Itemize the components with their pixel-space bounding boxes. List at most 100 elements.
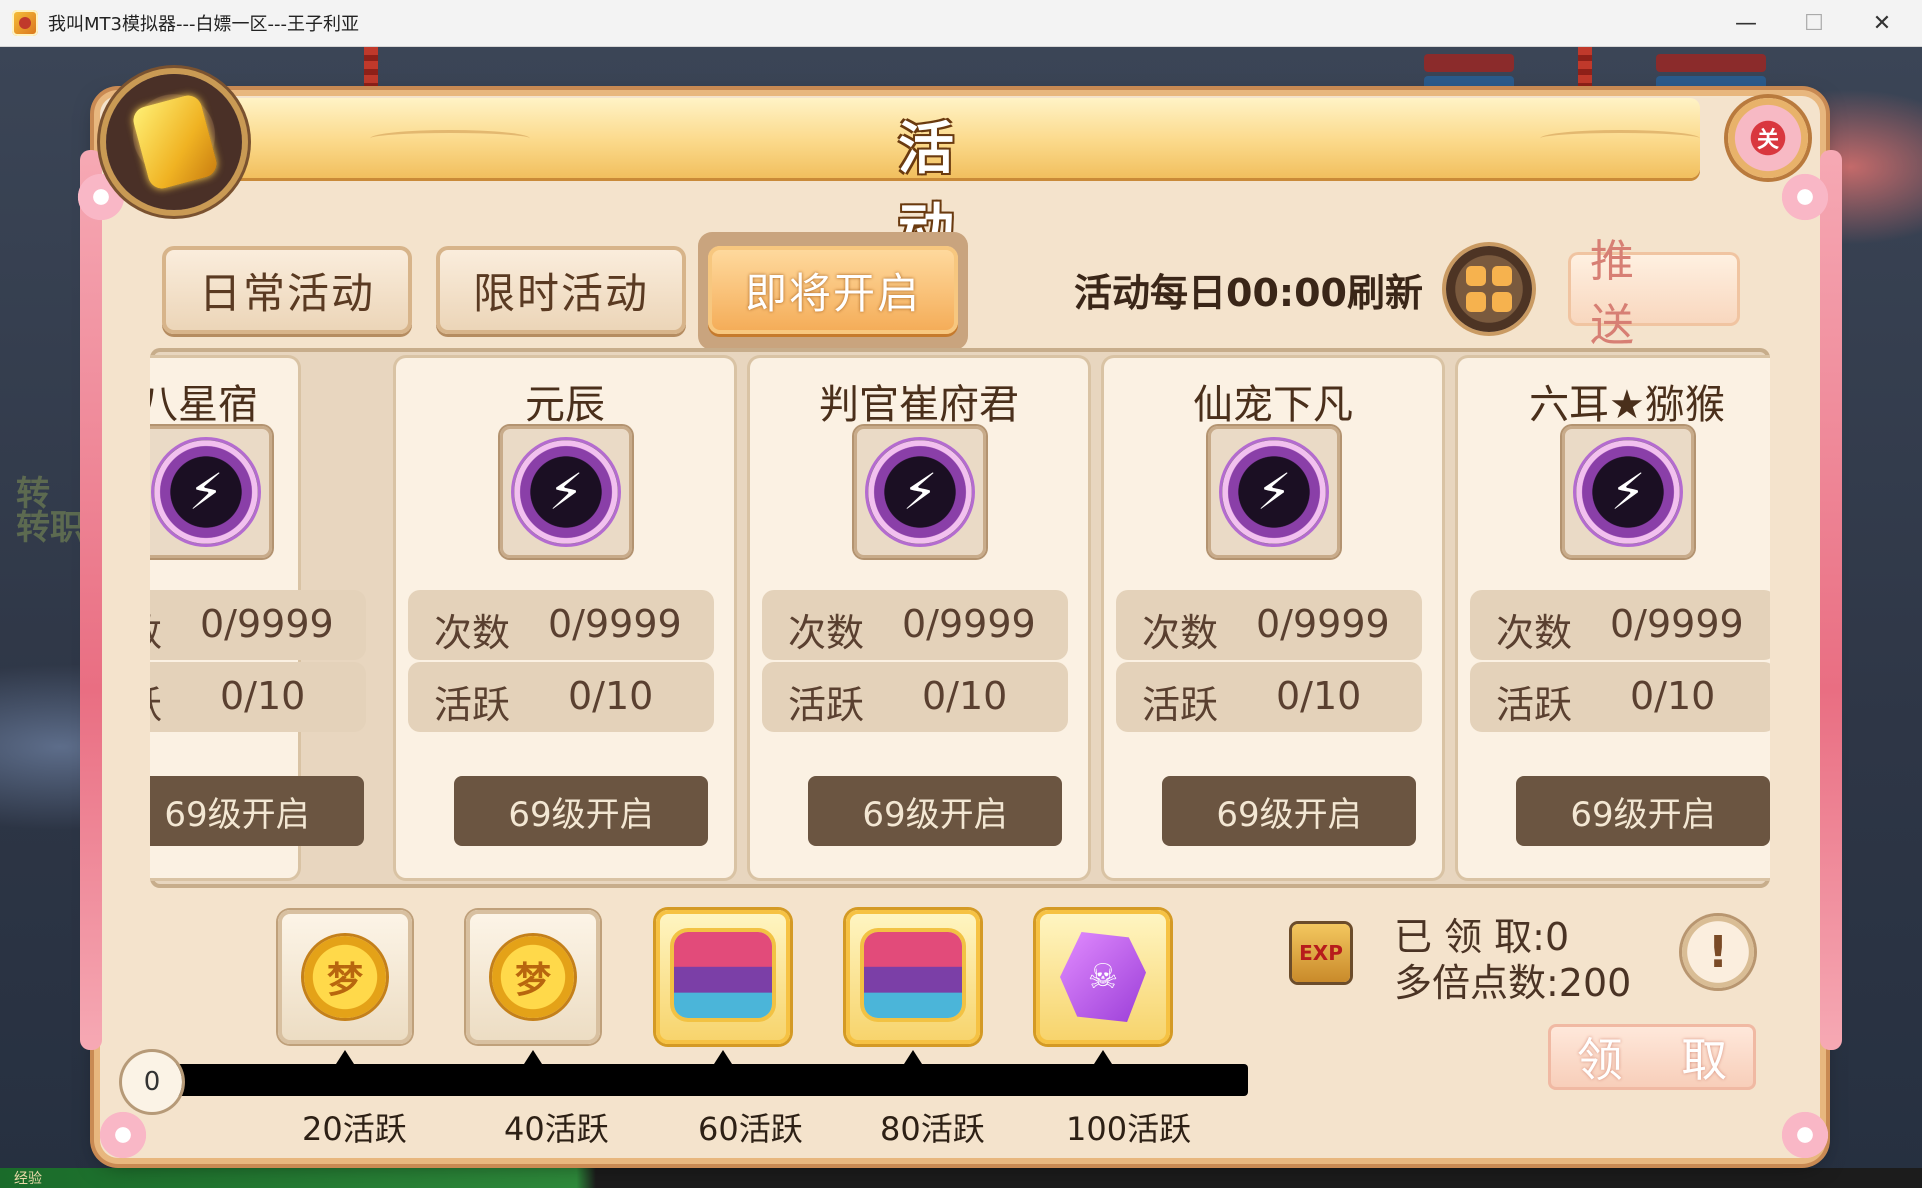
multiplier-points: 多倍点数:200 [1394, 961, 1632, 1005]
progress-tick [524, 1050, 542, 1064]
activity-lightning-icon [1222, 440, 1326, 544]
treasure-chest-icon [674, 932, 772, 1018]
info-button[interactable]: ! [1682, 916, 1754, 988]
hud-health-bar [1656, 54, 1766, 72]
count-stat: 次数 0/9999 [408, 590, 714, 660]
minimize-icon: — [1735, 10, 1757, 36]
card-icon-frame [1208, 426, 1340, 558]
tab-daily-activity[interactable]: 日常活动 [162, 246, 412, 334]
active-stat: 活跃 0/10 [762, 662, 1068, 732]
grid-icon [1466, 292, 1486, 312]
count-stat: 次数 0/9999 [1116, 590, 1422, 660]
count-value: 0/9999 [1256, 602, 1390, 646]
active-value: 0/10 [220, 674, 306, 718]
card-title: 判官崔府君 [819, 382, 1019, 428]
count-value: 0/9999 [1610, 602, 1744, 646]
tab-coming-soon[interactable]: 即将开启 [708, 246, 958, 334]
count-label: 次数 [788, 611, 865, 655]
unlock-level-button[interactable]: 69级开启 [808, 776, 1062, 846]
active-label: 活跃 [788, 683, 865, 727]
window-title: 我叫MT3模拟器---白嫖一区---王子利亚 [48, 14, 359, 35]
maximize-icon: ☐ [1804, 10, 1824, 36]
grid-icon [1492, 266, 1512, 286]
active-value: 0/10 [568, 674, 654, 718]
count-label: 次数 [434, 611, 511, 655]
window-titlebar: 我叫MT3模拟器---白嫖一区---王子利亚 — ☐ ✕ [0, 0, 1922, 47]
active-label: 活跃 [150, 674, 162, 729]
panel-border-left [80, 150, 102, 1050]
activity-card[interactable]: 仙宠下凡 次数 0/9999 活跃 0/10 69级开启 [1104, 358, 1442, 878]
reward-40[interactable]: 梦 [466, 910, 600, 1044]
card-title: 十八星宿 [150, 382, 258, 428]
active-value: 0/10 [1276, 674, 1362, 718]
unlock-level-button[interactable]: 69级开启 [1162, 776, 1416, 846]
milestone-label: 60活跃 [698, 1110, 803, 1148]
milestone-label: 100活跃 [1066, 1110, 1192, 1148]
coin-icon: 梦 [304, 936, 386, 1018]
card-icon-frame [500, 426, 632, 558]
minimize-button[interactable]: — [1712, 0, 1780, 46]
scroll-ornament [370, 130, 530, 147]
flower-decoration [96, 1108, 150, 1162]
treasure-chest-icon [864, 932, 962, 1018]
unlock-level-button[interactable]: 69级开启 [150, 776, 364, 846]
progress-tick [714, 1050, 732, 1064]
active-label: 活跃 [1142, 683, 1219, 727]
flower-decoration [1778, 1108, 1832, 1162]
active-stat: 活跃 0/10 [150, 662, 366, 732]
refresh-notice: 活动每日00:00刷新 [1074, 271, 1423, 315]
card-title: 仙宠下凡 [1193, 382, 1353, 428]
grid-icon [1492, 292, 1512, 312]
activity-lightning-icon [154, 440, 258, 544]
unlock-level-button[interactable]: 69级开启 [1516, 776, 1770, 846]
card-title: 六耳★猕猴 [1529, 382, 1725, 428]
push-button[interactable]: 推 送 [1568, 236, 1740, 351]
count-label: 次数 [1496, 611, 1573, 655]
reward-20[interactable]: 梦 [278, 910, 412, 1044]
count-stat: 次数 0/9999 [762, 590, 1068, 660]
count-value: 0/9999 [902, 602, 1036, 646]
hud-health-bar [1424, 54, 1514, 72]
reward-100[interactable]: ☠ [1036, 910, 1170, 1044]
progress-tick [1094, 1050, 1112, 1064]
count-stat: 次数 0/9999 [150, 590, 366, 660]
maximize-button[interactable]: ☐ [1780, 0, 1848, 46]
claim-button[interactable]: 领 取 [1548, 1024, 1756, 1090]
card-icon-frame [854, 426, 986, 558]
card-icon-frame [1562, 426, 1694, 558]
count-label: 次数 [1142, 611, 1219, 655]
experience-label: 经验 [14, 1171, 42, 1187]
hud-mana-bar [1424, 76, 1514, 94]
reward-60[interactable] [656, 910, 790, 1044]
purple-gem-icon: ☠ [1060, 932, 1146, 1022]
active-stat: 活跃 0/10 [1470, 662, 1770, 732]
tab-limited-activity[interactable]: 限时活动 [436, 246, 686, 334]
unlock-level-button[interactable]: 69级开启 [454, 776, 708, 846]
reward-80[interactable] [846, 910, 980, 1044]
activity-card-list[interactable]: 十八星宿 次数 0/9999 活跃 0/10 69级开启 元辰 次数 0/999… [150, 348, 1770, 888]
exp-icon: EXP [1292, 924, 1350, 982]
count-value: 0/9999 [200, 602, 334, 646]
active-stat: 活跃 0/10 [1116, 662, 1422, 732]
activity-card[interactable]: 六耳★猕猴 次数 0/9999 活跃 0/10 69级开启 [1458, 358, 1770, 878]
active-label: 活跃 [434, 683, 511, 727]
hud-mana-bar [1656, 76, 1766, 94]
activity-card[interactable]: 十八星宿 次数 0/9999 活跃 0/10 69级开启 [150, 358, 366, 878]
activity-card[interactable]: 元辰 次数 0/9999 活跃 0/10 69级开启 [396, 358, 734, 878]
milestone-label: 80活跃 [880, 1110, 985, 1148]
progress-tick [904, 1050, 922, 1064]
window-close-button[interactable]: ✕ [1848, 0, 1916, 46]
count-value: 0/9999 [548, 602, 682, 646]
card-icon-frame [150, 426, 272, 558]
count-stat: 次数 0/9999 [1470, 590, 1770, 660]
activity-card[interactable]: 判官崔府君 次数 0/9999 活跃 0/10 69级开启 [750, 358, 1088, 878]
panel-close-button[interactable]: 关 [1728, 98, 1808, 178]
panel-border-right [1820, 150, 1842, 1050]
close-label: 关 [1756, 128, 1779, 153]
card-title: 元辰 [525, 382, 605, 428]
active-value: 0/10 [1630, 674, 1716, 718]
grid-menu-button[interactable] [1446, 246, 1532, 332]
active-stat: 活跃 0/10 [408, 662, 714, 732]
activity-lightning-icon [514, 440, 618, 544]
scroll-ornament [1540, 130, 1700, 147]
